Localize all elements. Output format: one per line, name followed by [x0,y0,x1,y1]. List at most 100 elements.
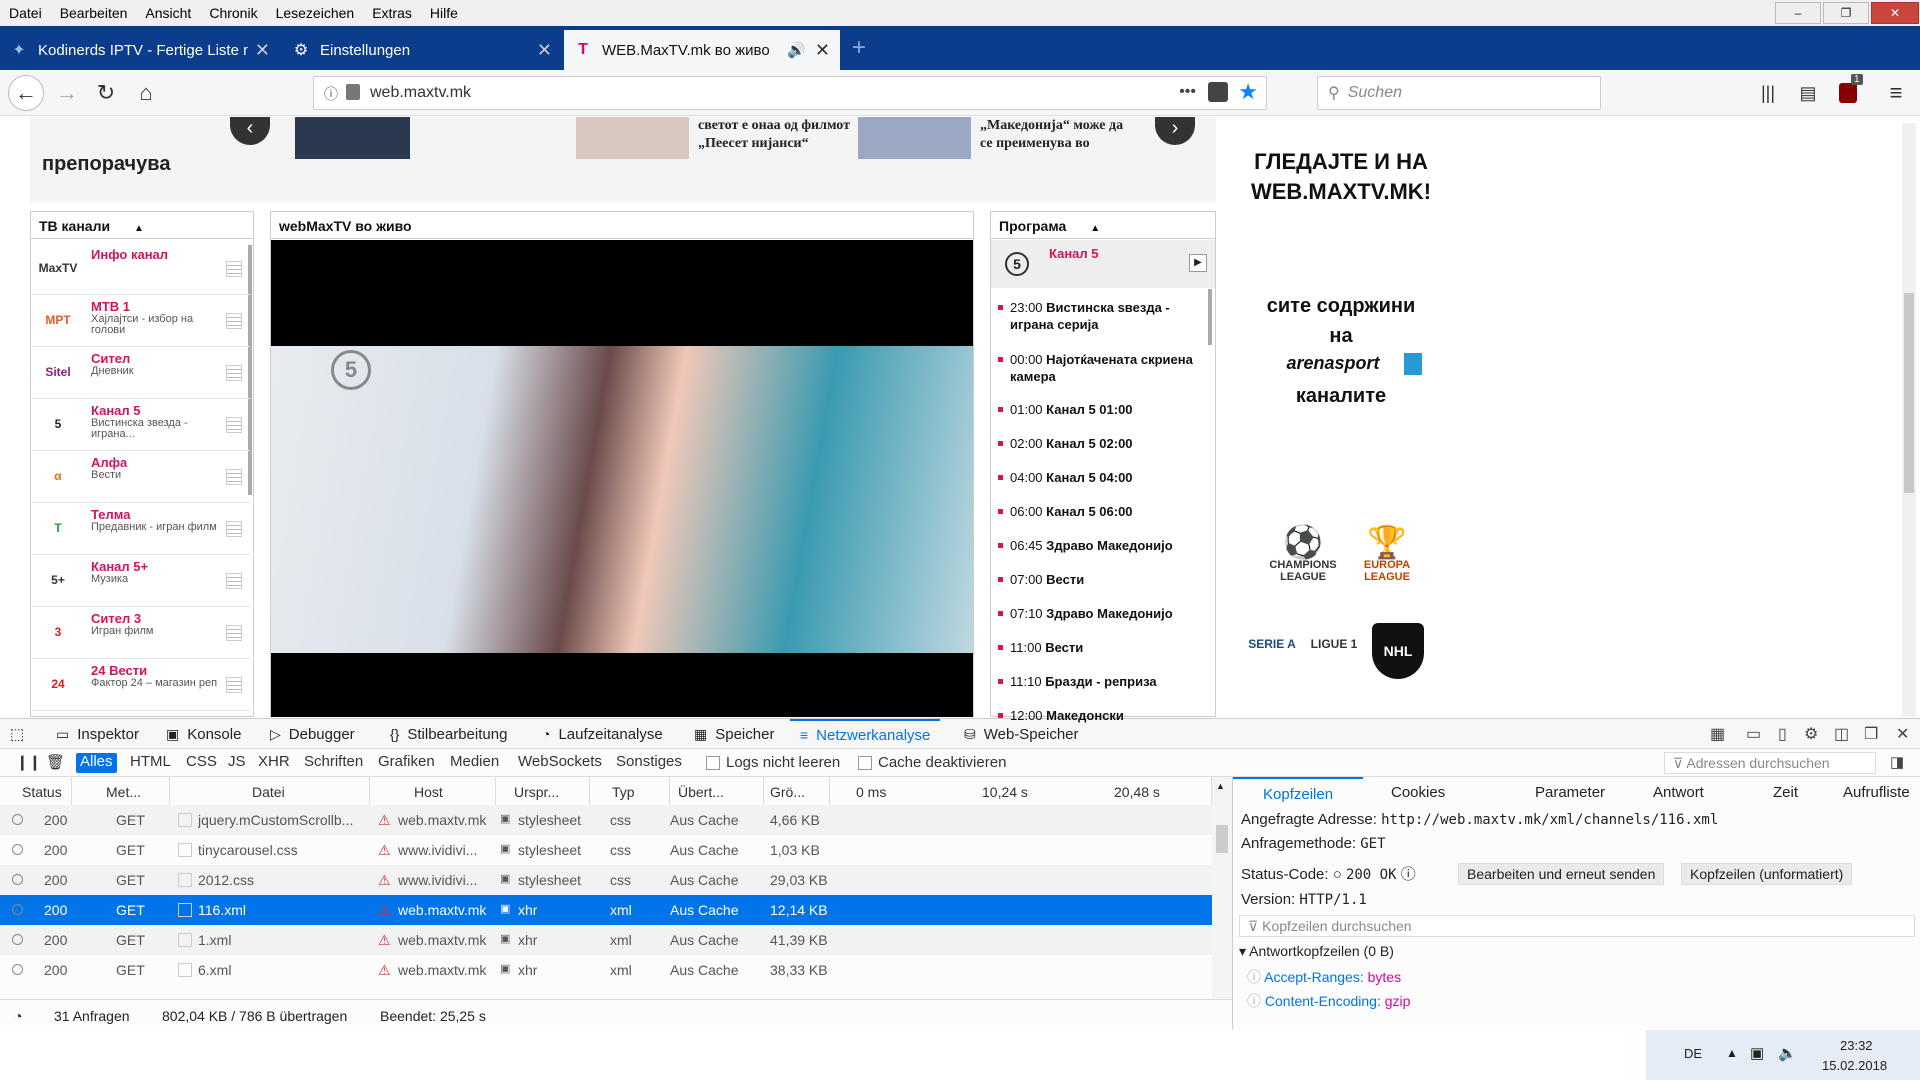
menu-view[interactable]: Ansicht [136,5,200,21]
news-thumb-2[interactable] [576,117,689,159]
filter-websockets[interactable]: WebSockets [514,753,606,773]
video-player[interactable]: 5 [271,240,973,717]
menu-tools[interactable]: Extras [363,5,421,21]
channel-item[interactable]: α Алфа Вести [32,451,250,503]
reload-button[interactable]: ↻ [91,78,121,108]
filter-html[interactable]: HTML [126,753,175,773]
scroll-up-icon[interactable]: ▲ [1216,781,1225,791]
news-title-2[interactable]: „Македонија“ може да се преименува во [980,117,1130,153]
program-item[interactable]: 12:00 Македонски [998,707,1198,724]
filter-xhr[interactable]: XHR [254,753,294,773]
ublock-icon[interactable]: 1 [1833,74,1863,108]
tab-params[interactable]: Parameter [1535,777,1605,807]
tab-maxtv[interactable]: T WEB.MaxTV.mk во живо 🔊 ✕ [564,30,840,70]
network-request-row[interactable]: 200 GET 116.xml ⚠ web.maxtv.mk ▣ xhr xml Aus Cac… [0,895,1212,925]
program-item[interactable]: 07:00 Вести [998,571,1198,588]
channel-item[interactable]: 5 Канал 5 Вистинска звезда - играна... [32,399,250,451]
disable-cache-checkbox[interactable]: Cache deaktivieren [858,754,1006,771]
filter-images[interactable]: Grafiken [374,753,439,773]
column-transferred[interactable]: Übert... [670,777,764,805]
responsive-icon[interactable]: ▯ [1778,719,1787,749]
menu-bookmarks[interactable]: Lesezeichen [267,5,364,21]
ad-title[interactable]: ГЛЕДАЈТЕ И НА WEB.MAXTV.MK! [1236,147,1446,207]
channel-list-icon[interactable] [226,625,242,641]
column-size[interactable]: Grö... [764,777,830,805]
close-tab-icon[interactable]: ✕ [255,40,270,61]
split-console-icon[interactable]: ▭ [1746,719,1761,749]
close-window-button[interactable]: ✕ [1871,2,1919,24]
channel-list-icon[interactable] [226,365,242,381]
settings-gear-icon[interactable]: ⚙ [1804,719,1818,749]
program-item[interactable]: 23:00 Вистинска ѕвезда - играна серија [998,299,1198,333]
pick-element-icon[interactable]: ⬚ [10,719,24,749]
filter-js[interactable]: JS [224,753,250,773]
network-tray-icon[interactable]: ▣ [1750,1044,1764,1062]
speaker-icon[interactable]: 🔊 [787,41,806,59]
channel-list-icon[interactable] [226,261,242,277]
channel-item[interactable]: 24 24 Вести Фактор 24 – магазин реп [32,659,250,711]
network-request-row[interactable]: 200 GET jquery.mCustomScrollb... ⚠ web.maxtv… [0,805,1212,835]
column-timeline[interactable]: 0 ms 10,24 s 20,48 s [830,777,1212,805]
back-button[interactable]: ← [8,75,44,111]
tab-debugger[interactable]: ▷ Debugger [270,719,355,749]
tab-inspector[interactable]: ▭ Inspektor [56,719,139,749]
menu-edit[interactable]: Bearbeiten [51,5,137,21]
program-item[interactable]: 11:10 Бразди - реприза [998,673,1198,690]
program-scrollbar[interactable] [1208,289,1212,345]
raw-headers-button[interactable]: Kopfzeilen (unformatiert) [1681,863,1853,885]
page-actions-icon[interactable]: ••• [1179,83,1196,101]
menu-help[interactable]: Hilfe [421,5,467,21]
channel-list-icon[interactable] [226,313,242,329]
page-scrollbar-thumb[interactable] [1904,293,1914,493]
news-title-1[interactable]: светот е онаа од филмот „Пеесет нијанси“ [698,117,858,153]
collapse-icon[interactable]: ▲ [134,223,144,234]
dock-options-icon[interactable]: ▦ [1710,719,1725,749]
url-bar[interactable]: ⓘ web.maxtv.mk ••• ★ [313,76,1267,110]
filter-css[interactable]: CSS [182,753,221,773]
help-icon[interactable]: ⓘ [1401,866,1416,883]
channel-item[interactable]: 3 Сител 3 Игран филм [32,607,250,659]
tab-headers[interactable]: Kopfzeilen [1233,777,1363,807]
column-status[interactable]: Status [0,777,72,805]
program-item[interactable]: 07:10 Здраво Македонијо [998,605,1198,622]
program-item[interactable]: 02:00 Канал 5 02:00 [998,435,1198,452]
trash-icon[interactable]: 🗑 [42,753,69,773]
program-item[interactable]: 06:45 Здраво Македонијо [998,537,1198,554]
tab-memory[interactable]: ▦ Speicher [694,719,774,749]
tab-response[interactable]: Antwort [1653,777,1704,807]
headers-filter-input[interactable]: ⊽ Kopfzeilen durchsuchen [1239,915,1915,937]
info-icon[interactable]: ⓘ [324,84,338,104]
column-type[interactable]: Typ [590,777,670,805]
column-method[interactable]: Met... [72,777,170,805]
program-item[interactable]: 00:00 Најотќачената скриена камера [998,351,1198,385]
filter-other[interactable]: Sonstiges [612,753,686,773]
response-headers-section[interactable]: ▾ Antwortkopfzeilen (0 B) [1239,943,1394,960]
request-url[interactable]: http://web.maxtv.mk/xml/channels/116.xml [1381,812,1718,828]
program-header[interactable]: Програма ▲ [990,211,1216,239]
clock-date[interactable]: 15.02.2018 [1822,1058,1887,1073]
tab-console[interactable]: ▣ Konsole [166,719,241,749]
url-text[interactable]: web.maxtv.mk [370,84,471,102]
pocket-icon[interactable] [1208,82,1228,102]
url-filter-input[interactable]: ⊽ Adressen durchsuchen [1664,752,1876,774]
program-item[interactable]: 11:00 Вести [998,639,1198,656]
dock-side-icon[interactable]: ◫ [1834,719,1849,749]
sidebar-icon[interactable]: ▤ [1793,78,1823,108]
tab-cookies[interactable]: Cookies [1391,777,1445,807]
news-thumb-3[interactable] [858,117,971,159]
restore-button[interactable]: ❐ [1823,2,1869,24]
tab-timings[interactable]: Zeit [1773,777,1798,807]
toggle-details-icon[interactable]: ◨ [1890,753,1904,771]
collapse-icon[interactable]: ▲ [1090,223,1100,234]
channel-item[interactable]: Sitel Сител Дневник [32,347,250,399]
program-item[interactable]: 01:00 Канал 5 01:00 [998,401,1198,418]
performance-icon[interactable]: ◔ [14,1008,22,1024]
channel-item[interactable]: T Телма Предавник - игран филм [32,503,250,555]
network-request-row[interactable]: 200 GET 2012.css ⚠ www.ividivi... ▣ stylesheet… [0,865,1212,895]
column-file[interactable]: Datei [170,777,370,805]
channel-list-icon[interactable] [226,469,242,485]
pause-icon[interactable]: ❙❙ [12,753,45,773]
channel-item[interactable]: MaxTV Инфо канал [32,243,250,295]
library-icon[interactable]: ||| [1753,78,1783,108]
network-scrollbar-thumb[interactable] [1216,825,1228,853]
